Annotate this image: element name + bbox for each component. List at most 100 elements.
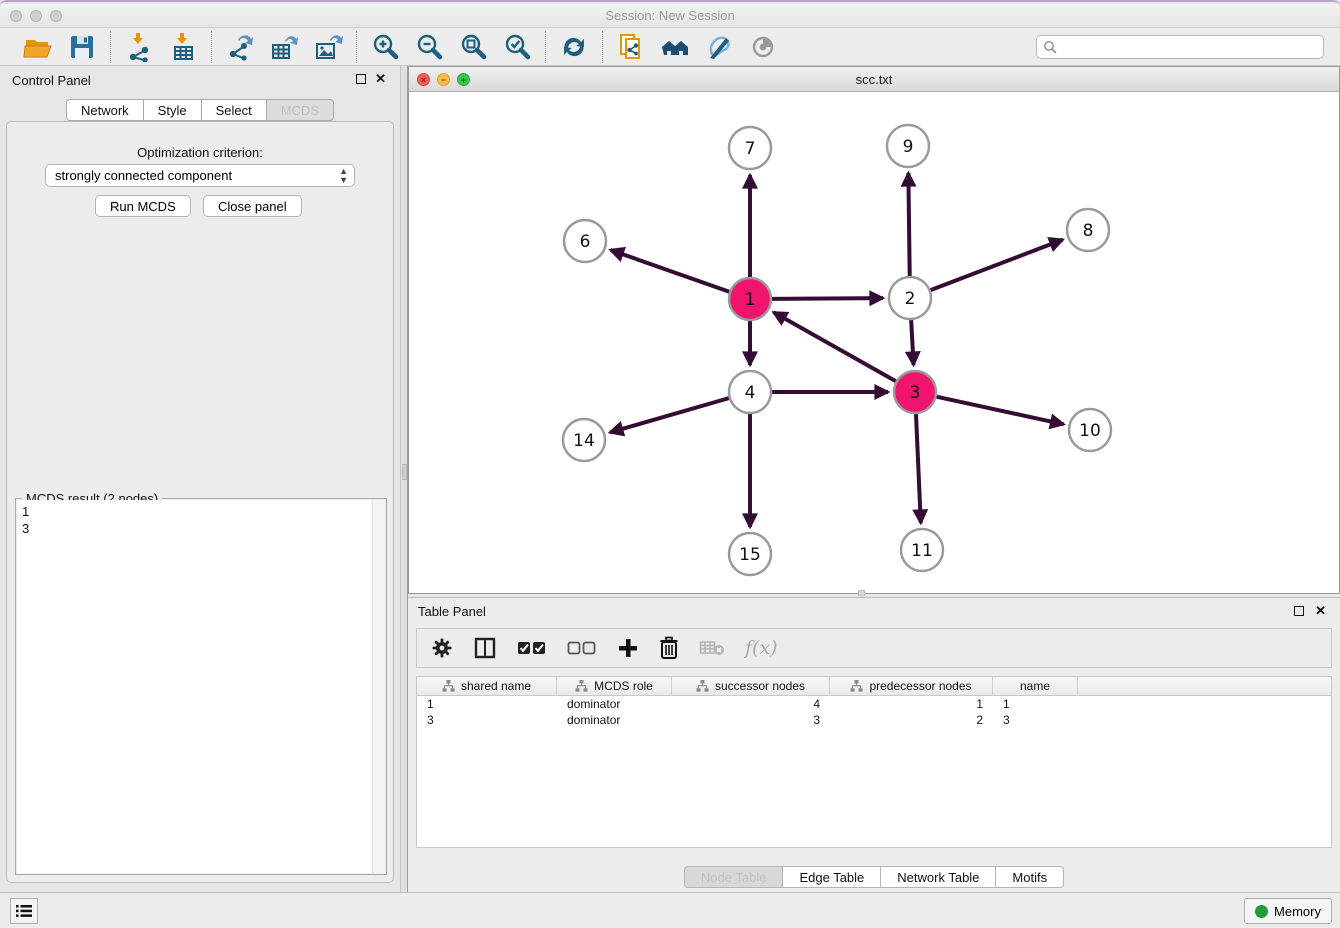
table-cell[interactable]: 3 (417, 712, 557, 728)
mcds-result-list[interactable]: 1 3 (17, 500, 385, 873)
task-history-button[interactable] (10, 898, 38, 924)
tab-style[interactable]: Style (144, 99, 202, 121)
result-scrollbar[interactable] (372, 500, 385, 873)
table-cell[interactable]: dominator (557, 696, 672, 712)
new-network-from-selection-icon[interactable] (616, 32, 646, 62)
tab-motifs[interactable]: Motifs (996, 866, 1064, 888)
network-graph-canvas[interactable]: 7 9 6 8 1 2 4 3 14 10 15 11 (409, 92, 1339, 593)
unselect-all-columns-icon[interactable] (567, 640, 597, 656)
edge-2-3[interactable] (911, 320, 913, 365)
hierarchy-icon (442, 680, 455, 692)
edge-3-11[interactable] (916, 414, 921, 523)
column-header-MCDS-role[interactable]: MCDS role (557, 677, 672, 695)
column-header-name[interactable]: name (993, 677, 1078, 695)
graph-node-2[interactable]: 2 (889, 277, 931, 319)
column-layout-icon[interactable] (473, 636, 497, 660)
first-neighbors-icon[interactable] (660, 32, 690, 62)
edge-2-9[interactable] (908, 173, 909, 276)
export-network-icon[interactable] (225, 32, 255, 62)
graph-node-8[interactable]: 8 (1067, 209, 1109, 251)
edge-4-14[interactable] (610, 398, 729, 432)
float-panel-icon[interactable] (356, 74, 366, 84)
chevron-up-down-icon: ▲▼ (339, 167, 348, 185)
edge-1-2[interactable] (772, 298, 883, 299)
table-cell[interactable]: 3 (993, 712, 1078, 728)
vertical-splitter[interactable] (400, 66, 408, 892)
run-mcds-button[interactable]: Run MCDS (95, 195, 191, 217)
float-table-panel-icon[interactable] (1294, 606, 1304, 616)
graph-node-1[interactable]: 1 (729, 278, 771, 320)
graph-node-9[interactable]: 9 (887, 125, 929, 167)
column-header-shared-name[interactable]: shared name (417, 677, 557, 695)
graph-node-3[interactable]: 3 (894, 371, 936, 413)
settings-gear-icon[interactable] (431, 637, 453, 659)
table-panel: Table Panel ✕ (408, 597, 1340, 892)
network-window-title: scc.txt (409, 72, 1339, 87)
table-cell[interactable]: 1 (830, 696, 993, 712)
apply-layout-icon[interactable] (559, 32, 589, 62)
table-row[interactable]: 3dominator323 (417, 712, 1331, 728)
graph-node-4[interactable]: 4 (729, 371, 771, 413)
edge-3-1[interactable] (774, 312, 896, 381)
tab-edge-table[interactable]: Edge Table (783, 866, 881, 888)
zoom-fit-icon[interactable] (458, 32, 488, 62)
export-image-icon[interactable] (313, 32, 343, 62)
save-session-icon[interactable] (67, 32, 97, 62)
svg-text:9: 9 (903, 137, 914, 157)
splitter-handle[interactable] (402, 464, 407, 480)
tab-select[interactable]: Select (202, 99, 267, 121)
hierarchy-icon (575, 680, 588, 692)
close-panel-icon[interactable]: ✕ (375, 71, 386, 86)
tab-node-table[interactable]: Node Table (684, 866, 784, 888)
table-cell[interactable]: dominator (557, 712, 672, 728)
delete-table-icon[interactable] (699, 639, 725, 657)
graph-node-10[interactable]: 10 (1069, 409, 1111, 451)
app-window: Session: New Session (0, 0, 1340, 926)
zoom-in-icon[interactable] (370, 32, 400, 62)
main-toolbar (0, 28, 1340, 66)
delete-columns-icon[interactable] (659, 636, 679, 660)
table-cell[interactable]: 3 (672, 712, 830, 728)
import-network-icon[interactable] (124, 32, 154, 62)
hierarchy-icon (850, 680, 863, 692)
memory-status-icon (1255, 905, 1268, 918)
table-body: 1dominator4113dominator323 (417, 696, 1331, 728)
import-table-icon[interactable] (168, 32, 198, 62)
select-all-columns-icon[interactable] (517, 640, 547, 656)
edge-2-8[interactable] (931, 240, 1063, 291)
open-session-icon[interactable] (23, 32, 53, 62)
graph-node-15[interactable]: 15 (729, 533, 771, 575)
graph-node-11[interactable]: 11 (901, 529, 943, 571)
zoom-out-icon[interactable] (414, 32, 444, 62)
style-icon[interactable] (704, 32, 734, 62)
table-cell[interactable]: 2 (830, 712, 993, 728)
table-row[interactable]: 1dominator411 (417, 696, 1331, 712)
optimization-criterion-select[interactable]: strongly connected component ▲▼ (45, 164, 355, 187)
column-header-predecessor-nodes[interactable]: predecessor nodes (830, 677, 993, 695)
zoom-selected-icon[interactable] (502, 32, 532, 62)
graph-node-6[interactable]: 6 (564, 220, 606, 262)
node-table[interactable]: shared nameMCDS rolesuccessor nodesprede… (416, 676, 1332, 848)
table-cell[interactable]: 1 (417, 696, 557, 712)
show-hide-icon[interactable] (748, 32, 778, 62)
add-column-icon[interactable] (617, 637, 639, 659)
memory-button[interactable]: Memory (1244, 898, 1332, 924)
table-cell[interactable]: 4 (672, 696, 830, 712)
tab-network-table[interactable]: Network Table (881, 866, 996, 888)
graph-node-14[interactable]: 14 (563, 419, 605, 461)
close-panel-button[interactable]: Close panel (203, 195, 302, 217)
tab-network[interactable]: Network (66, 99, 144, 121)
edge-1-6[interactable] (610, 250, 729, 292)
table-cell[interactable]: 1 (993, 696, 1078, 712)
edge-3-10[interactable] (936, 397, 1063, 425)
search-input[interactable] (1036, 35, 1324, 59)
network-window-titlebar[interactable]: × − + scc.txt (409, 67, 1339, 92)
control-panel-title: Control Panel (12, 73, 91, 88)
column-header-successor-nodes[interactable]: successor nodes (672, 677, 830, 695)
export-table-icon[interactable] (269, 32, 299, 62)
tab-mcds[interactable]: MCDS (267, 99, 334, 121)
control-panel: Control Panel ✕ NetworkStyleSelectMCDS O… (0, 66, 400, 892)
close-table-panel-icon[interactable]: ✕ (1315, 603, 1326, 618)
horizontal-splitter-handle[interactable] (858, 590, 865, 596)
graph-node-7[interactable]: 7 (729, 127, 771, 169)
